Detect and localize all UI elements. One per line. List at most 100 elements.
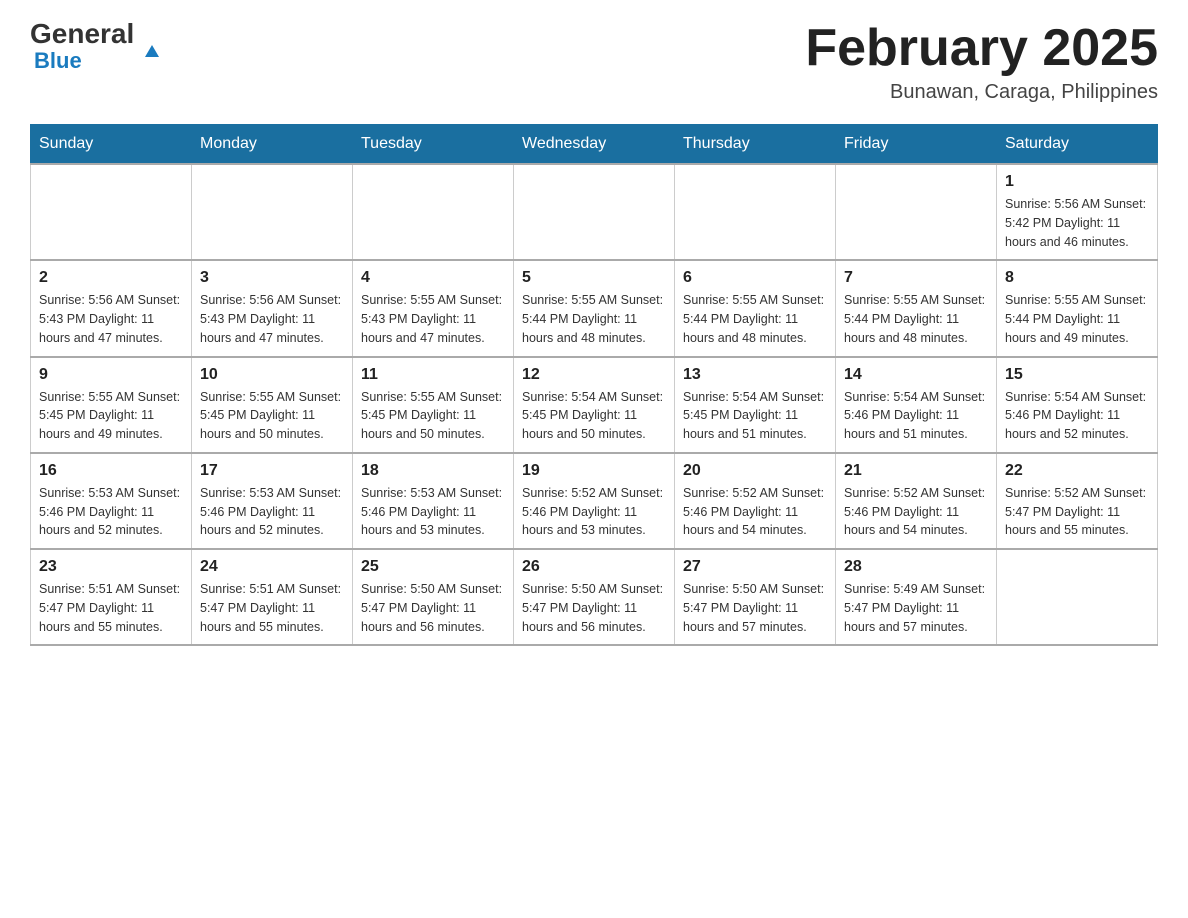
day-info: Sunrise: 5:51 AM Sunset: 5:47 PM Dayligh… <box>39 580 183 636</box>
day-number: 2 <box>39 269 183 287</box>
table-row: 4 Sunrise: 5:55 AM Sunset: 5:43 PM Daylig… <box>353 260 514 356</box>
day-info: Sunrise: 5:52 AM Sunset: 5:46 PM Dayligh… <box>844 484 988 540</box>
day-info: Sunrise: 5:51 AM Sunset: 5:47 PM Dayligh… <box>200 580 344 636</box>
day-number: 24 <box>200 558 344 576</box>
table-row: 9 Sunrise: 5:55 AM Sunset: 5:45 PM Daylig… <box>31 357 192 453</box>
calendar-table: Sunday Monday Tuesday Wednesday Thursday… <box>30 124 1158 646</box>
day-number: 13 <box>683 366 827 384</box>
title-block: February 2025 Bunawan, Caraga, Philippin… <box>805 20 1158 104</box>
header-sunday: Sunday <box>31 125 192 165</box>
table-row: 19 Sunrise: 5:52 AM Sunset: 5:46 PM Dayli… <box>514 453 675 549</box>
day-number: 20 <box>683 462 827 480</box>
day-number: 16 <box>39 462 183 480</box>
day-info: Sunrise: 5:50 AM Sunset: 5:47 PM Dayligh… <box>683 580 827 636</box>
table-row: 15Sunrise: 5:54 AM Sunset: 5:46 PM Dayli… <box>997 357 1158 453</box>
table-row: 17Sunrise: 5:53 AM Sunset: 5:46 PM Dayli… <box>192 453 353 549</box>
day-number: 22 <box>1005 462 1149 480</box>
table-row <box>997 549 1158 645</box>
day-info: Sunrise: 5:55 AM Sunset: 5:44 PM Dayligh… <box>844 291 988 347</box>
header-wednesday: Wednesday <box>514 125 675 165</box>
table-row: 20 Sunrise: 5:52 AM Sunset: 5:46 PM Dayli… <box>675 453 836 549</box>
table-row: 14 Sunrise: 5:54 AM Sunset: 5:46 PM Dayli… <box>836 357 997 453</box>
calendar-week-row: 9 Sunrise: 5:55 AM Sunset: 5:45 PM Daylig… <box>31 357 1158 453</box>
day-info: Sunrise: 5:55 AM Sunset: 5:44 PM Dayligh… <box>1005 291 1149 347</box>
table-row: 26 Sunrise: 5:50 AM Sunset: 5:47 PM Dayli… <box>514 549 675 645</box>
table-row: 13Sunrise: 5:54 AM Sunset: 5:45 PM Dayli… <box>675 357 836 453</box>
day-number: 28 <box>844 558 988 576</box>
calendar-week-row: 23 Sunrise: 5:51 AM Sunset: 5:47 PM Dayli… <box>31 549 1158 645</box>
table-row: 3 Sunrise: 5:56 AM Sunset: 5:43 PM Daylig… <box>192 260 353 356</box>
day-number: 18 <box>361 462 505 480</box>
day-number: 12 <box>522 366 666 384</box>
calendar-week-row: 2 Sunrise: 5:56 AM Sunset: 5:43 PM Daylig… <box>31 260 1158 356</box>
day-number: 26 <box>522 558 666 576</box>
day-info: Sunrise: 5:55 AM Sunset: 5:43 PM Dayligh… <box>361 291 505 347</box>
day-info: Sunrise: 5:49 AM Sunset: 5:47 PM Dayligh… <box>844 580 988 636</box>
table-row: 1Sunrise: 5:56 AM Sunset: 5:42 PM Daylig… <box>997 164 1158 260</box>
day-number: 5 <box>522 269 666 287</box>
day-info: Sunrise: 5:52 AM Sunset: 5:46 PM Dayligh… <box>683 484 827 540</box>
page-header: General Blue February 2025 Bunawan, Cara… <box>30 20 1158 104</box>
table-row: 10 Sunrise: 5:55 AM Sunset: 5:45 PM Dayli… <box>192 357 353 453</box>
table-row: 7 Sunrise: 5:55 AM Sunset: 5:44 PM Daylig… <box>836 260 997 356</box>
logo-blue: Blue <box>34 48 82 74</box>
day-number: 4 <box>361 269 505 287</box>
header-saturday: Saturday <box>997 125 1158 165</box>
day-info: Sunrise: 5:55 AM Sunset: 5:45 PM Dayligh… <box>39 388 183 444</box>
table-row: 12 Sunrise: 5:54 AM Sunset: 5:45 PM Dayli… <box>514 357 675 453</box>
header-tuesday: Tuesday <box>353 125 514 165</box>
table-row: 11 Sunrise: 5:55 AM Sunset: 5:45 PM Dayli… <box>353 357 514 453</box>
day-info: Sunrise: 5:50 AM Sunset: 5:47 PM Dayligh… <box>361 580 505 636</box>
month-title: February 2025 <box>805 20 1158 77</box>
weekday-header-row: Sunday Monday Tuesday Wednesday Thursday… <box>31 125 1158 165</box>
table-row: 2 Sunrise: 5:56 AM Sunset: 5:43 PM Daylig… <box>31 260 192 356</box>
day-number: 14 <box>844 366 988 384</box>
table-row: 25Sunrise: 5:50 AM Sunset: 5:47 PM Dayli… <box>353 549 514 645</box>
day-info: Sunrise: 5:53 AM Sunset: 5:46 PM Dayligh… <box>361 484 505 540</box>
day-number: 21 <box>844 462 988 480</box>
day-number: 6 <box>683 269 827 287</box>
day-number: 11 <box>361 366 505 384</box>
calendar-week-row: 1Sunrise: 5:56 AM Sunset: 5:42 PM Daylig… <box>31 164 1158 260</box>
day-info: Sunrise: 5:50 AM Sunset: 5:47 PM Dayligh… <box>522 580 666 636</box>
day-info: Sunrise: 5:56 AM Sunset: 5:43 PM Dayligh… <box>39 291 183 347</box>
day-info: Sunrise: 5:52 AM Sunset: 5:46 PM Dayligh… <box>522 484 666 540</box>
day-info: Sunrise: 5:54 AM Sunset: 5:45 PM Dayligh… <box>522 388 666 444</box>
day-number: 19 <box>522 462 666 480</box>
table-row: 16 Sunrise: 5:53 AM Sunset: 5:46 PM Dayli… <box>31 453 192 549</box>
day-number: 27 <box>683 558 827 576</box>
logo-general: General <box>30 20 145 48</box>
table-row: 22 Sunrise: 5:52 AM Sunset: 5:47 PM Dayli… <box>997 453 1158 549</box>
day-info: Sunrise: 5:55 AM Sunset: 5:45 PM Dayligh… <box>361 388 505 444</box>
table-row <box>192 164 353 260</box>
day-info: Sunrise: 5:54 AM Sunset: 5:46 PM Dayligh… <box>1005 388 1149 444</box>
day-info: Sunrise: 5:53 AM Sunset: 5:46 PM Dayligh… <box>39 484 183 540</box>
table-row: 27 Sunrise: 5:50 AM Sunset: 5:47 PM Dayli… <box>675 549 836 645</box>
calendar-week-row: 16 Sunrise: 5:53 AM Sunset: 5:46 PM Dayli… <box>31 453 1158 549</box>
day-info: Sunrise: 5:56 AM Sunset: 5:43 PM Dayligh… <box>200 291 344 347</box>
table-row: 18 Sunrise: 5:53 AM Sunset: 5:46 PM Dayli… <box>353 453 514 549</box>
day-info: Sunrise: 5:54 AM Sunset: 5:46 PM Dayligh… <box>844 388 988 444</box>
table-row: 23 Sunrise: 5:51 AM Sunset: 5:47 PM Dayli… <box>31 549 192 645</box>
table-row: 6 Sunrise: 5:55 AM Sunset: 5:44 PM Daylig… <box>675 260 836 356</box>
day-number: 3 <box>200 269 344 287</box>
day-number: 1 <box>1005 173 1149 191</box>
day-number: 10 <box>200 366 344 384</box>
table-row <box>675 164 836 260</box>
day-number: 9 <box>39 366 183 384</box>
day-number: 7 <box>844 269 988 287</box>
day-info: Sunrise: 5:55 AM Sunset: 5:45 PM Dayligh… <box>200 388 344 444</box>
day-info: Sunrise: 5:55 AM Sunset: 5:44 PM Dayligh… <box>683 291 827 347</box>
header-monday: Monday <box>192 125 353 165</box>
table-row <box>514 164 675 260</box>
day-number: 8 <box>1005 269 1149 287</box>
day-info: Sunrise: 5:55 AM Sunset: 5:44 PM Dayligh… <box>522 291 666 347</box>
day-info: Sunrise: 5:52 AM Sunset: 5:47 PM Dayligh… <box>1005 484 1149 540</box>
table-row: 24 Sunrise: 5:51 AM Sunset: 5:47 PM Dayli… <box>192 549 353 645</box>
table-row <box>836 164 997 260</box>
day-number: 23 <box>39 558 183 576</box>
location: Bunawan, Caraga, Philippines <box>805 81 1158 104</box>
table-row: 5 Sunrise: 5:55 AM Sunset: 5:44 PM Daylig… <box>514 260 675 356</box>
header-friday: Friday <box>836 125 997 165</box>
logo: General Blue <box>30 20 145 74</box>
